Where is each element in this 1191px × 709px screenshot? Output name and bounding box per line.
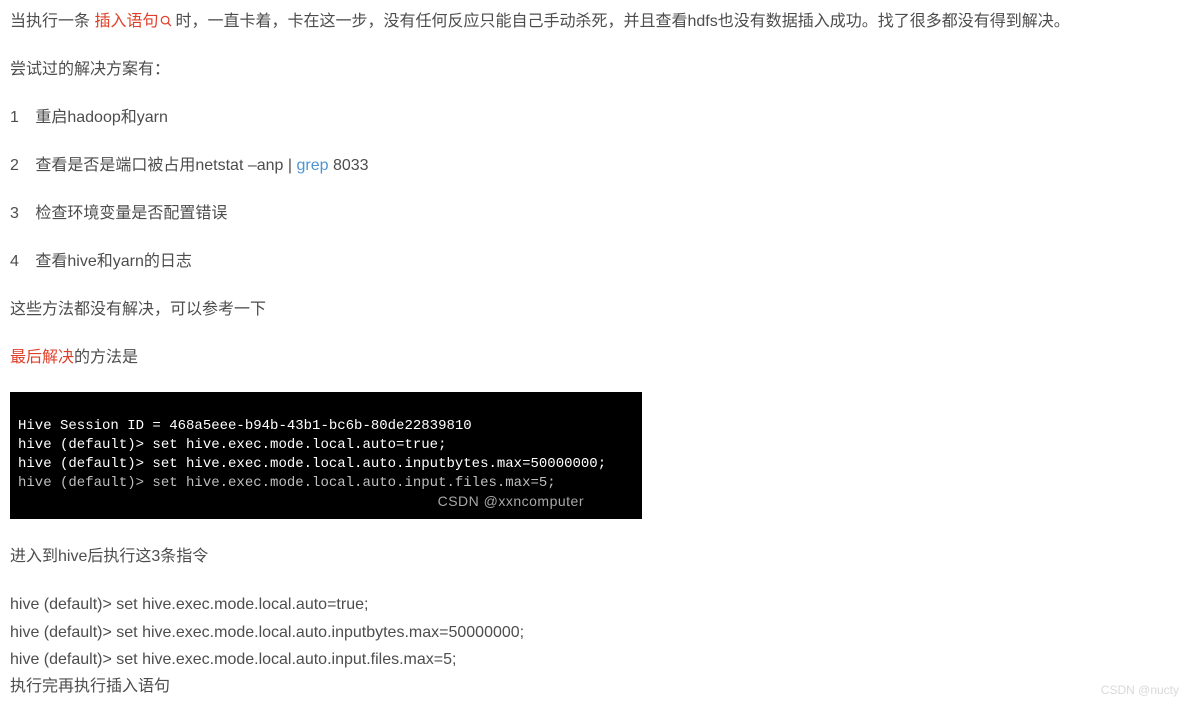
insert-phrase-link[interactable]: 插入语句 bbox=[94, 13, 158, 30]
command-line: hive (default)> set hive.exec.mode.local… bbox=[10, 646, 1181, 673]
final-exec-line: 执行完再执行插入语句 bbox=[10, 673, 1181, 700]
terminal-watermark: CSDN @xxncomputer bbox=[438, 492, 584, 511]
terminal-line: hive (default)> set hive.exec.mode.local… bbox=[18, 456, 606, 472]
step-number: 4 bbox=[10, 248, 19, 276]
final-highlight: 最后解决 bbox=[10, 349, 74, 366]
step-number: 1 bbox=[10, 104, 19, 132]
step-1: 1 重启hadoop和yarn bbox=[10, 104, 1181, 132]
step-4: 4 查看hive和yarn的日志 bbox=[10, 248, 1181, 276]
intro-after: 时，一直卡着，卡在这一步，没有任何反应只能自己手动杀死，并且查看hdfs也没有数… bbox=[175, 13, 1069, 30]
terminal-line: Hive Session ID = 468a5eee-b94b-43b1-bc6… bbox=[18, 418, 472, 434]
intro-paragraph: 当执行一条 插入语句 时，一直卡着，卡在这一步，没有任何反应只能自己手动杀死，并… bbox=[10, 8, 1181, 36]
after-terminal-paragraph: 进入到hive后执行这3条指令 bbox=[10, 543, 1181, 571]
step-number: 3 bbox=[10, 200, 19, 228]
not-solved-paragraph: 这些方法都没有解决，可以参考一下 bbox=[10, 296, 1181, 324]
step-text-before: 查看是否是端口被占用netstat –anp | bbox=[35, 157, 296, 174]
step-text: 查看hive和yarn的日志 bbox=[35, 253, 191, 270]
step-text-after: 8033 bbox=[329, 157, 369, 174]
terminal-screenshot: Hive Session ID = 468a5eee-b94b-43b1-bc6… bbox=[10, 392, 642, 519]
step-number: 2 bbox=[10, 152, 19, 180]
terminal-line: hive (default)> set hive.exec.mode.local… bbox=[18, 475, 556, 491]
search-icon[interactable] bbox=[159, 14, 173, 28]
tried-heading: 尝试过的解决方案有： bbox=[10, 56, 1181, 84]
command-block: hive (default)> set hive.exec.mode.local… bbox=[10, 591, 1181, 700]
grep-link[interactable]: grep bbox=[296, 157, 328, 174]
command-line: hive (default)> set hive.exec.mode.local… bbox=[10, 619, 1181, 646]
command-line: hive (default)> set hive.exec.mode.local… bbox=[10, 591, 1181, 618]
step-text: 重启hadoop和yarn bbox=[35, 109, 168, 126]
terminal-line: hive (default)> set hive.exec.mode.local… bbox=[18, 437, 446, 453]
step-text: 检查环境变量是否配置错误 bbox=[35, 205, 227, 222]
intro-prefix: 当执行一条 bbox=[10, 13, 90, 30]
page-watermark: CSDN @nucty bbox=[1101, 680, 1179, 701]
step-3: 3 检查环境变量是否配置错误 bbox=[10, 200, 1181, 228]
final-solution-paragraph: 最后解决的方法是 bbox=[10, 344, 1181, 372]
step-2: 2 查看是否是端口被占用netstat –anp | grep 8033 bbox=[10, 152, 1181, 180]
final-suffix: 的方法是 bbox=[74, 349, 138, 366]
